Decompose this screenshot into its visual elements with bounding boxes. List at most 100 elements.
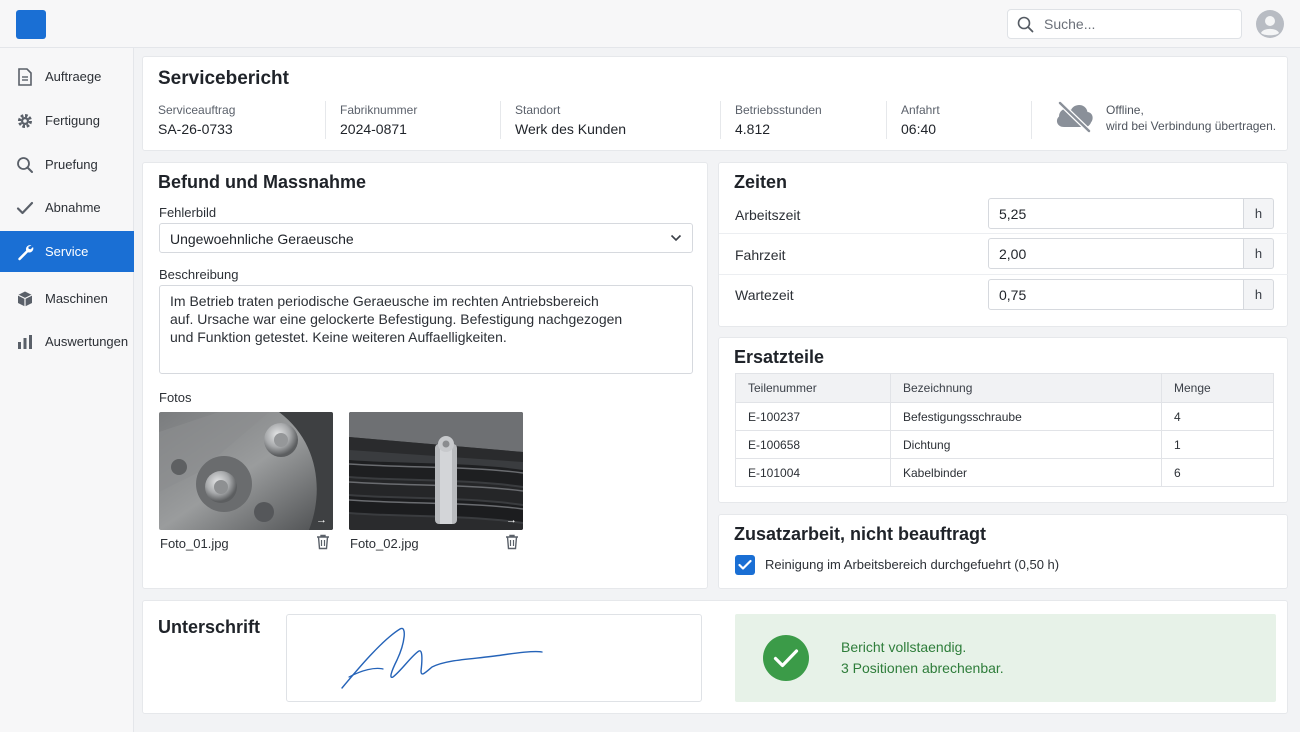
table-row[interactable]: E-100237 Befestigungsschraube 4 [735, 402, 1274, 431]
page-title: Servicebericht [158, 68, 289, 89]
column-header: Bezeichnung [890, 373, 1162, 403]
status-line1: Bericht vollstaendig. [841, 639, 967, 655]
signature-card: Unterschrift Bericht vollstaendig. 3 Pos… [142, 600, 1288, 714]
time-label: Arbeitszeit [735, 207, 801, 223]
divider [500, 101, 501, 139]
sidebar-item-auftraege[interactable]: Auftraege [0, 56, 134, 97]
sidebar-item-abnahme[interactable]: Abnahme [0, 187, 134, 228]
findings-card: Befund und Massnahme Fehlerbild Ungewoeh… [142, 162, 708, 589]
arrow-right-icon: → [506, 514, 517, 526]
chevron-down-icon [670, 234, 682, 242]
times-card: Zeiten Arbeitszeit h Fahrzeit h Wartezei… [718, 162, 1288, 327]
section-title: Befund und Massnahme [158, 172, 367, 192]
signature-pad[interactable] [286, 614, 702, 702]
sidebar-item-label: Auswertungen [45, 334, 129, 349]
search-icon [1017, 16, 1034, 33]
search-input[interactable] [1044, 14, 1234, 34]
divider [325, 101, 326, 139]
divider [719, 233, 1288, 234]
sidebar-item-maschinen[interactable]: Maschinen [0, 278, 134, 319]
fault-select[interactable]: Ungewoehnliche Geraeusche [159, 223, 693, 253]
table-cell: Kabelbinder [890, 458, 1162, 487]
field-label: Betriebsstunden [735, 103, 822, 117]
offline-status-line2: wird bei Verbindung übertragen. [1106, 119, 1277, 133]
section-title: Ersatzteile [734, 347, 825, 367]
section-title: Zusatzarbeit, nicht beauftragt [734, 524, 987, 544]
report-header-card: Servicebericht Serviceauftrag SA-26-0733… [142, 56, 1288, 151]
cloud-offline-icon [1056, 101, 1093, 133]
extra-work-card: Zusatzarbeit, nicht beauftragt Reinigung… [718, 514, 1288, 589]
field-value: 4.812 [735, 121, 771, 137]
unit-label: h [1244, 198, 1274, 229]
photo-01-image [159, 412, 333, 530]
unit-label: h [1244, 279, 1274, 310]
user-avatar-icon[interactable] [1256, 10, 1284, 38]
table-row[interactable]: E-101004 Kabelbinder 6 [735, 458, 1274, 487]
time-label: Wartezeit [735, 287, 794, 303]
table-cell: E-100237 [735, 402, 891, 431]
sidebar-item-label: Abnahme [45, 200, 101, 215]
bar-chart-icon [15, 332, 35, 352]
unit-label: h [1244, 238, 1274, 269]
photos-label: Fotos [159, 390, 192, 405]
field-label: Standort [515, 103, 561, 117]
app-logo[interactable] [16, 10, 46, 39]
top-bar [0, 0, 1300, 48]
field-label: Fabriknummer [340, 103, 418, 117]
photo-filename: Foto_02.jpg [350, 536, 419, 551]
field-value: 2024-0871 [340, 121, 407, 137]
time-label: Fahrzeit [735, 247, 786, 263]
sidebar-item-label: Pruefung [45, 157, 98, 172]
photo-filename: Foto_01.jpg [160, 536, 229, 551]
arrow-right-icon: → [316, 514, 327, 526]
photo-thumbnail[interactable]: → [159, 412, 333, 530]
table-cell: 1 [1161, 430, 1274, 459]
description-textarea[interactable]: Im Betrieb traten periodische Geraeusche… [159, 285, 693, 374]
sidebar-item-label: Service [45, 244, 89, 259]
completion-status-banner: Bericht vollstaendig. 3 Positionen abrec… [735, 614, 1276, 702]
table-cell: 4 [1161, 402, 1274, 431]
sidebar: Auftraege Fertigung Pruefung Abnahme Ser… [0, 48, 134, 732]
trash-icon[interactable] [505, 534, 519, 550]
photo-thumbnail[interactable]: → [349, 412, 523, 530]
sidebar-item-label: Auftraege [45, 69, 102, 84]
sidebar-item-pruefung[interactable]: Pruefung [0, 144, 134, 185]
field-label: Anfahrt [901, 103, 940, 117]
field-value: Werk des Kunden [515, 121, 627, 137]
table-header-row: Teilenummer Bezeichnung Menge [735, 373, 1274, 403]
trash-icon[interactable] [316, 534, 330, 550]
status-line2: 3 Positionen abrechenbar. [841, 660, 1004, 676]
table-cell: Befestigungsschraube [890, 402, 1162, 431]
sidebar-item-fertigung[interactable]: Fertigung [0, 100, 134, 141]
travel-time-input[interactable] [988, 238, 1244, 269]
divider [886, 101, 887, 139]
gear-icon [15, 111, 35, 131]
search-icon [15, 155, 35, 175]
table-row[interactable]: E-100658 Dichtung 1 [735, 430, 1274, 459]
sidebar-item-label: Maschinen [45, 291, 108, 306]
check-icon [738, 559, 752, 570]
parts-table: Teilenummer Bezeichnung Menge E-100237 B… [735, 373, 1274, 487]
success-check-icon [763, 635, 809, 681]
cube-icon [15, 289, 35, 309]
fault-select-value: Ungewoehnliche Geraeusche [170, 231, 354, 247]
divider [720, 101, 721, 139]
check-icon [15, 198, 35, 218]
sidebar-item-auswertungen[interactable]: Auswertungen [0, 321, 134, 362]
field-value: 06:40 [901, 121, 937, 137]
parts-card: Ersatzteile Teilenummer Bezeichnung Meng… [718, 337, 1288, 503]
search-box[interactable] [1007, 9, 1242, 39]
field-label: Serviceauftrag [158, 103, 236, 117]
sidebar-item-service[interactable]: Service [0, 231, 134, 272]
photo-02-image [349, 412, 523, 530]
description-label: Beschreibung [159, 267, 239, 282]
extra-work-label: Reinigung im Arbeitsbereich durchgefuehr… [765, 557, 1060, 572]
extra-work-checkbox[interactable] [735, 555, 755, 575]
section-title: Zeiten [734, 172, 788, 192]
document-icon [15, 67, 35, 87]
column-header: Menge [1161, 373, 1274, 403]
sidebar-item-label: Fertigung [45, 113, 100, 128]
work-time-input[interactable] [988, 198, 1244, 229]
section-title: Unterschrift [158, 617, 261, 637]
wait-time-input[interactable] [988, 279, 1244, 310]
